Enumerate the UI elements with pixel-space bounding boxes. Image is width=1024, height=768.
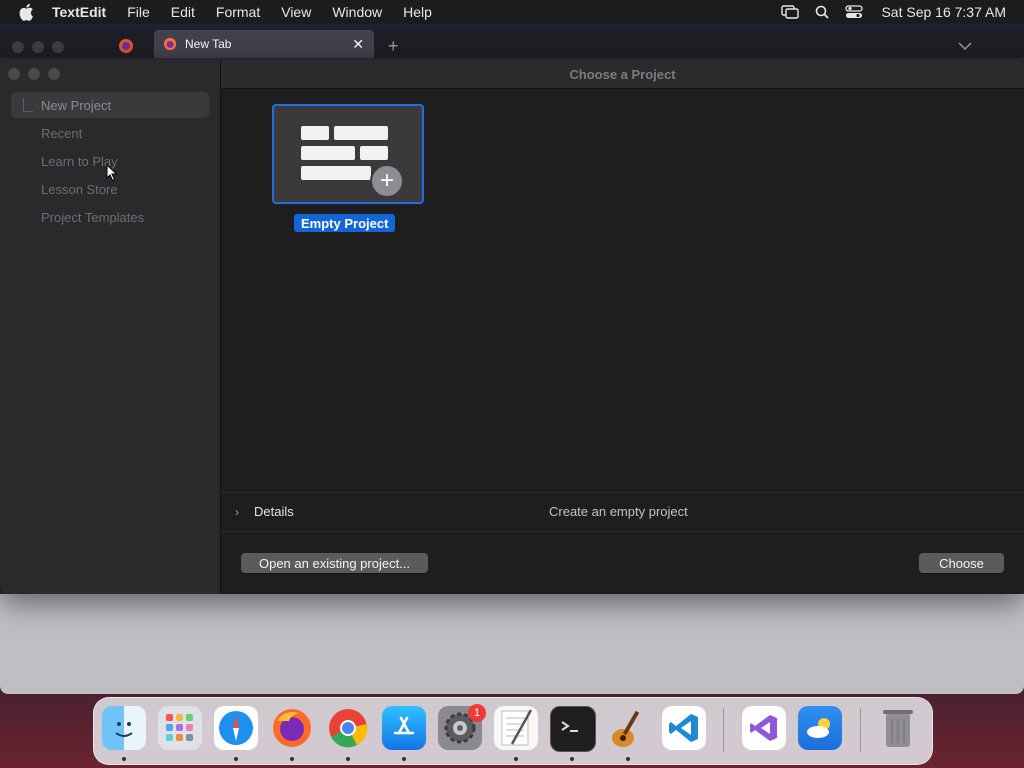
running-indicator (346, 757, 350, 761)
template-block (334, 126, 388, 140)
menu-window[interactable]: Window (332, 4, 382, 20)
running-indicator (514, 757, 518, 761)
window-minimize-button[interactable] (32, 41, 44, 53)
sidebar-item-new-project[interactable]: New Project (11, 92, 209, 118)
app-store-icon[interactable] (382, 706, 426, 750)
sidebar: New Project Recent Learn to Play Lesson … (0, 60, 221, 594)
finder-icon[interactable] (102, 706, 146, 750)
spotlight-search-icon[interactable] (815, 5, 830, 19)
app-menu-textedit[interactable]: TextEdit (52, 4, 106, 20)
details-disclosure[interactable]: › Details Create an empty project (221, 492, 1024, 532)
close-tab-icon[interactable]: ✕ (352, 36, 364, 53)
chrome-icon[interactable] (326, 706, 370, 750)
terminal-icon[interactable] (550, 706, 596, 752)
dialog-zoom-button[interactable] (48, 68, 60, 80)
choose-button[interactable]: Choose (919, 553, 1004, 573)
firefox-view-icon[interactable] (118, 38, 134, 59)
menu-file[interactable]: File (127, 4, 150, 20)
template-description: Create an empty project (549, 504, 688, 519)
dialog-minimize-button[interactable] (28, 68, 40, 80)
dock-separator (860, 708, 861, 752)
disclosure-chevron-icon[interactable]: › (235, 505, 239, 519)
screen-mirroring-icon[interactable] (781, 5, 800, 19)
open-existing-project-button[interactable]: Open an existing project... (241, 553, 428, 573)
apple-menu-icon[interactable] (18, 3, 36, 21)
menu-bar: TextEdit File Edit Format View Window He… (0, 0, 1024, 24)
firefox-icon[interactable] (270, 706, 314, 750)
tab-title: New Tab (185, 37, 232, 51)
dock: 1 (93, 697, 933, 765)
running-indicator (234, 757, 238, 761)
menu-format[interactable]: Format (216, 4, 260, 20)
weather-icon[interactable] (798, 706, 842, 750)
template-block (301, 146, 355, 160)
menu-help[interactable]: Help (403, 4, 432, 20)
sidebar-item-project-templates[interactable]: Project Templates (11, 204, 209, 230)
window-title: Choose a Project (221, 60, 1024, 89)
garageband-icon[interactable] (606, 706, 650, 750)
notification-badge: 1 (468, 704, 486, 722)
trash-icon[interactable] (876, 706, 920, 750)
dock-separator (723, 708, 724, 752)
control-center-icon[interactable] (845, 5, 864, 19)
menu-bar-clock[interactable]: Sat Sep 16 7:37 AM (881, 4, 1006, 20)
template-block (360, 146, 388, 160)
safari-icon[interactable] (214, 706, 258, 750)
running-indicator (626, 757, 630, 761)
list-all-tabs-icon[interactable] (958, 38, 972, 56)
mouse-cursor-icon (106, 163, 118, 187)
empty-project-template-tile[interactable]: + (272, 104, 424, 204)
details-label[interactable]: Details (254, 504, 294, 519)
firefox-icon (163, 37, 177, 51)
system-settings-icon[interactable]: 1 (438, 704, 486, 750)
main-panel: Choose a Project + Empty Project › Detai… (221, 60, 1024, 594)
add-icon: + (370, 164, 404, 198)
vscode-icon[interactable] (662, 706, 706, 750)
new-tab-button[interactable]: + (388, 36, 399, 57)
launchpad-icon[interactable] (158, 706, 202, 750)
browser-content-area (0, 594, 1024, 694)
visual-studio-icon[interactable] (742, 706, 786, 750)
dialog-close-button[interactable] (8, 68, 20, 80)
template-block (301, 126, 329, 140)
running-indicator (402, 757, 406, 761)
tab-new-tab[interactable]: New Tab ✕ (154, 30, 374, 58)
empty-project-label[interactable]: Empty Project (294, 214, 396, 232)
sidebar-item-label: New Project (41, 97, 112, 113)
menu-edit[interactable]: Edit (171, 4, 195, 20)
window-zoom-button[interactable] (52, 41, 64, 53)
document-icon (23, 98, 33, 112)
sidebar-item-recent[interactable]: Recent (11, 120, 209, 146)
sidebar-item-label: Project Templates (41, 209, 145, 225)
running-indicator (290, 757, 294, 761)
choose-project-window: New Project Recent Learn to Play Lesson … (0, 60, 1024, 594)
sidebar-item-label: Recent (41, 125, 83, 141)
running-indicator (122, 757, 126, 761)
tab-strip: New Tab ✕ + (0, 28, 1024, 58)
running-indicator (570, 757, 574, 761)
textedit-icon[interactable] (494, 706, 538, 750)
window-close-button[interactable] (12, 41, 24, 53)
template-block (301, 166, 371, 180)
menu-view[interactable]: View (281, 4, 311, 20)
